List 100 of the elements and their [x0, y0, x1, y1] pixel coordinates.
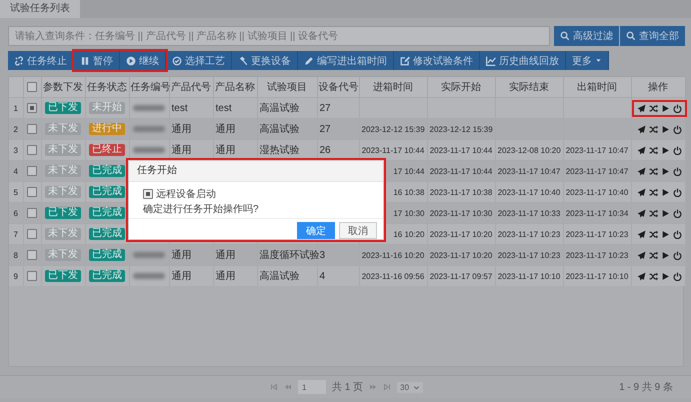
- shuffle-icon[interactable]: [648, 208, 658, 218]
- checkbox[interactable]: [27, 124, 37, 134]
- power-icon[interactable]: [672, 230, 682, 238]
- table-cell: 2023-11-17 10:10: [566, 272, 628, 280]
- send-icon[interactable]: [636, 146, 646, 154]
- play-icon[interactable]: [660, 166, 670, 176]
- power-icon[interactable]: [672, 104, 682, 112]
- table-cell: 17 10:30: [393, 208, 424, 218]
- play-icon[interactable]: [660, 188, 670, 196]
- send-icon[interactable]: [636, 250, 646, 260]
- column-header: 出箱时间: [577, 82, 617, 93]
- status-badge: 已下发: [45, 270, 81, 282]
- toolbar-button[interactable]: 编写进出箱时间: [298, 51, 394, 70]
- table-cell: 2023-11-17 10:40: [498, 188, 560, 196]
- column-header: 实际开始: [441, 82, 481, 93]
- shuffle-icon[interactable]: [648, 188, 658, 196]
- status-badge: 已完成: [89, 270, 125, 282]
- shuffle-icon[interactable]: [648, 250, 658, 260]
- power-icon[interactable]: [672, 208, 682, 218]
- page-field[interactable]: 1: [298, 380, 326, 394]
- unlink-icon: [14, 56, 24, 66]
- checkbox[interactable]: [27, 208, 37, 218]
- shuffle-icon[interactable]: [648, 272, 658, 280]
- send-icon[interactable]: [636, 230, 646, 238]
- table-cell: 2023-11-17 10:44: [362, 146, 424, 154]
- checkbox[interactable]: [27, 166, 37, 176]
- play-icon[interactable]: [660, 272, 670, 280]
- table-cell: 2023-11-17 10:33: [498, 208, 560, 218]
- power-icon[interactable]: [672, 166, 682, 176]
- power-icon[interactable]: [672, 250, 682, 260]
- toolbar-button[interactable]: 任务终止: [8, 51, 74, 70]
- table-cell: 高温试验: [260, 124, 300, 135]
- search-icon: [560, 31, 570, 41]
- checkbox[interactable]: [27, 187, 37, 197]
- play-icon[interactable]: [660, 104, 670, 112]
- shuffle-icon[interactable]: [648, 146, 658, 154]
- page-size-select[interactable]: 30: [397, 382, 424, 392]
- cancel-button[interactable]: 取消: [339, 222, 377, 239]
- status-badge: 已完成: [89, 186, 125, 198]
- table-cell: 通用: [172, 145, 192, 156]
- caret-icon: [595, 57, 602, 64]
- confirm-button[interactable]: 确定: [297, 222, 335, 239]
- send-icon[interactable]: [636, 124, 646, 134]
- play-icon[interactable]: [660, 250, 670, 260]
- page-count: 共 1 页: [332, 380, 364, 394]
- send-icon[interactable]: [636, 272, 646, 280]
- power-icon[interactable]: [672, 272, 682, 280]
- send-icon[interactable]: [636, 208, 646, 218]
- table-cell: 2023-11-17 10:23: [498, 230, 560, 238]
- table-cell: 27: [320, 102, 331, 114]
- toolbar-button[interactable]: 历史曲线回放: [480, 51, 566, 70]
- toolbar-button[interactable]: 继续: [120, 51, 166, 70]
- hammer-icon: [238, 56, 248, 66]
- send-icon[interactable]: [636, 166, 646, 176]
- checkbox[interactable]: [27, 271, 37, 281]
- table-cell: 3: [320, 250, 326, 260]
- play-icon[interactable]: [660, 208, 670, 218]
- table-cell: 2023-12-12 15:39: [362, 124, 425, 134]
- table-cell: 2023-11-16 10:20: [362, 250, 424, 260]
- search-icon: [626, 31, 636, 41]
- query-button[interactable]: 查询全部: [620, 26, 685, 46]
- search-field[interactable]: 请输入查询条件：任务编号 || 产品代号 || 产品名称 || 试验项目 || 设备代号: [8, 26, 550, 46]
- shuffle-icon[interactable]: [648, 166, 658, 176]
- table-cell: 26: [320, 144, 331, 156]
- line-chart-icon: [486, 56, 496, 66]
- send-icon[interactable]: [636, 188, 646, 196]
- column-header: 参数下发: [43, 82, 83, 93]
- column-header: 任务编号: [130, 82, 170, 93]
- row-number: 1: [14, 104, 18, 112]
- shuffle-icon[interactable]: [648, 104, 658, 112]
- power-icon[interactable]: [672, 124, 682, 134]
- play-icon[interactable]: [660, 124, 670, 134]
- checkbox[interactable]: [27, 82, 37, 92]
- status-badge: 已下发: [45, 102, 81, 114]
- status-badge: 未下发: [45, 228, 81, 240]
- shuffle-icon[interactable]: [648, 124, 658, 134]
- toolbar-button[interactable]: 选择工艺: [166, 51, 232, 70]
- edit-icon: [400, 56, 410, 66]
- checkbox[interactable]: [143, 189, 153, 199]
- power-icon[interactable]: [672, 146, 682, 154]
- tab[interactable]: 试验任务列表: [0, 0, 80, 18]
- table-cell: 2023-11-17 10:40: [566, 188, 628, 196]
- table-cell: 通用: [216, 271, 236, 282]
- toolbar-button[interactable]: 更多: [566, 51, 609, 70]
- checkbox[interactable]: [27, 103, 37, 113]
- shuffle-icon[interactable]: [648, 230, 658, 238]
- filter-button[interactable]: 高级过滤: [554, 26, 619, 46]
- table-cell: 2023-11-17 10:23: [498, 250, 560, 260]
- power-icon[interactable]: [672, 188, 682, 196]
- checkbox[interactable]: [27, 145, 37, 155]
- toolbar-button[interactable]: 暂停: [74, 51, 120, 70]
- toolbar-button[interactable]: 更换设备: [232, 51, 298, 70]
- send-icon[interactable]: [636, 104, 646, 112]
- checkbox[interactable]: [27, 229, 37, 239]
- play-icon[interactable]: [660, 230, 670, 238]
- row-number: 2: [14, 124, 18, 134]
- checkbox[interactable]: [27, 250, 37, 260]
- play-icon[interactable]: [660, 146, 670, 154]
- table-cell: 通用: [172, 250, 192, 261]
- toolbar-button[interactable]: 修改试验条件: [394, 51, 480, 70]
